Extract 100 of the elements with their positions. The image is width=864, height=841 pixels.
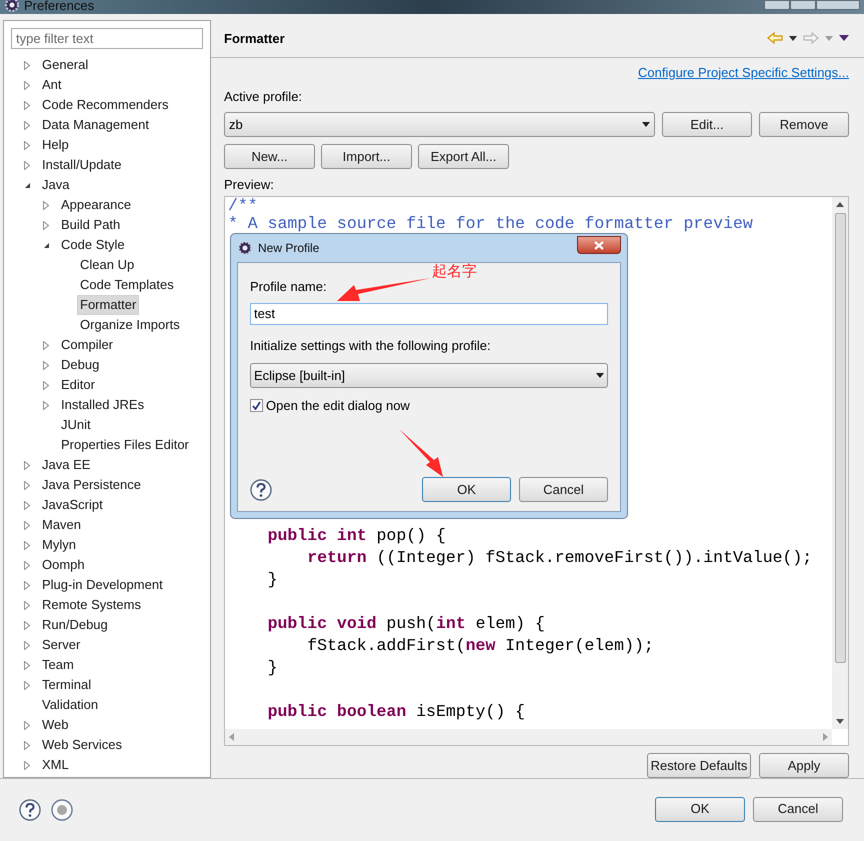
collapsed-arrow-icon[interactable]: [24, 140, 30, 150]
tree-item[interactable]: Mylyn: [39, 535, 79, 555]
tree-item[interactable]: Code Templates: [77, 275, 177, 295]
tree-item[interactable]: Properties Files Editor: [58, 435, 192, 455]
collapsed-arrow-icon[interactable]: [24, 540, 30, 550]
tree-item[interactable]: Install/Update: [39, 155, 124, 175]
tree-item[interactable]: Run/Debug: [39, 615, 111, 635]
collapsed-arrow-icon[interactable]: [24, 680, 30, 690]
tree-item[interactable]: Oomph: [39, 555, 88, 575]
collapsed-arrow-icon[interactable]: [24, 660, 30, 670]
profile-name-field[interactable]: test: [250, 302, 608, 324]
tree-item[interactable]: Java Persistence: [39, 475, 144, 495]
button[interactable]: Edit...: [662, 112, 752, 137]
tree-item[interactable]: Java EE: [39, 455, 94, 475]
button[interactable]: Import...: [321, 144, 412, 169]
expanded-arrow-icon[interactable]: [43, 242, 50, 248]
collapsed-arrow-icon[interactable]: [43, 380, 49, 390]
collapsed-arrow-icon[interactable]: [24, 80, 30, 90]
tree-item[interactable]: Validation: [39, 695, 102, 715]
collapsed-arrow-icon[interactable]: [43, 340, 49, 350]
tree-item[interactable]: Editor: [58, 375, 98, 395]
close-button[interactable]: [577, 236, 621, 254]
button[interactable]: Cancel: [753, 796, 843, 822]
collapsed-arrow-icon[interactable]: [24, 560, 30, 570]
help-icon[interactable]: [19, 799, 41, 821]
collapsed-arrow-icon[interactable]: [24, 520, 30, 530]
tree-item[interactable]: JavaScript: [39, 495, 106, 515]
forward-arrow-icon[interactable]: [803, 32, 819, 44]
button[interactable]: OK: [655, 796, 745, 822]
tree-item[interactable]: Code Style: [58, 235, 128, 255]
tree-item[interactable]: Web Services: [39, 735, 125, 755]
menu-icon[interactable]: [839, 35, 849, 42]
tree-item[interactable]: Java: [39, 175, 72, 195]
collapsed-arrow-icon[interactable]: [24, 760, 30, 770]
collapsed-arrow-icon[interactable]: [43, 200, 49, 210]
collapsed-arrow-icon[interactable]: [24, 100, 30, 110]
tree-item[interactable]: Ant: [39, 75, 65, 95]
maximize-button[interactable]: [790, 0, 816, 10]
button[interactable]: Apply: [759, 753, 849, 778]
collapsed-arrow-icon[interactable]: [43, 220, 49, 230]
collapsed-arrow-icon[interactable]: [24, 620, 30, 630]
tree-item[interactable]: Team: [39, 655, 77, 675]
window-title: Preferences: [24, 0, 94, 12]
tree-item[interactable]: Code Recommenders: [39, 95, 172, 115]
dropdown-icon[interactable]: [789, 36, 797, 41]
scroll-left-icon[interactable]: [229, 733, 234, 741]
button[interactable]: New...: [224, 144, 315, 169]
minimize-button[interactable]: [764, 0, 790, 10]
tree-item[interactable]: XML: [39, 755, 72, 775]
horizontal-scrollbar[interactable]: [225, 729, 832, 745]
tree-item[interactable]: Compiler: [58, 335, 116, 355]
collapsed-arrow-icon[interactable]: [43, 400, 49, 410]
back-arrow-icon[interactable]: [767, 32, 783, 44]
tree-item[interactable]: Build Path: [58, 215, 124, 235]
collapsed-arrow-icon[interactable]: [24, 600, 30, 610]
tree-item[interactable]: Data Management: [39, 115, 152, 135]
tree-item[interactable]: General: [39, 55, 92, 75]
tree-item[interactable]: Help: [39, 135, 72, 155]
tree-item[interactable]: Terminal: [39, 675, 94, 695]
tree-item[interactable]: Clean Up: [77, 255, 138, 275]
collapsed-arrow-icon[interactable]: [24, 580, 30, 590]
collapsed-arrow-icon[interactable]: [24, 160, 30, 170]
collapsed-arrow-icon[interactable]: [43, 360, 49, 370]
scroll-up-icon[interactable]: [836, 202, 844, 208]
tree-item[interactable]: Server: [39, 635, 84, 655]
tree-item[interactable]: Maven: [39, 515, 84, 535]
tree-item[interactable]: Debug: [58, 355, 102, 375]
checkbox[interactable]: [250, 399, 263, 412]
scroll-down-icon[interactable]: [836, 719, 844, 724]
button[interactable]: Export All...: [418, 144, 509, 169]
tree-item[interactable]: Organize Imports: [77, 315, 183, 335]
expanded-arrow-icon[interactable]: [24, 182, 31, 188]
scroll-right-icon[interactable]: [823, 733, 828, 741]
vertical-scrollbar[interactable]: [832, 197, 848, 729]
collapsed-arrow-icon[interactable]: [24, 640, 30, 650]
button[interactable]: Cancel: [519, 477, 608, 502]
button[interactable]: Restore Defaults: [647, 753, 751, 778]
filter-field[interactable]: type filter text: [11, 28, 203, 49]
tree-item[interactable]: Appearance: [58, 195, 134, 215]
collapsed-arrow-icon[interactable]: [24, 740, 30, 750]
collapsed-arrow-icon[interactable]: [24, 500, 30, 510]
tree-item[interactable]: Remote Systems: [39, 595, 144, 615]
button[interactable]: Remove: [759, 112, 849, 137]
collapsed-arrow-icon[interactable]: [24, 460, 30, 470]
collapsed-arrow-icon[interactable]: [24, 120, 30, 130]
tree-item[interactable]: Web: [39, 715, 72, 735]
profile-dropdown[interactable]: Eclipse [built-in]: [250, 363, 608, 388]
profile-dropdown[interactable]: zb: [224, 112, 655, 137]
tree-item[interactable]: Plug-in Development: [39, 575, 166, 595]
checkbox-label[interactable]: Open the edit dialog now: [266, 396, 410, 416]
tree-item[interactable]: JUnit: [58, 415, 94, 435]
button[interactable]: OK: [422, 477, 511, 502]
tree-item[interactable]: Installed JREs: [58, 395, 148, 415]
collapsed-arrow-icon[interactable]: [24, 60, 30, 70]
tree-item[interactable]: Formatter: [77, 295, 140, 315]
configure-link[interactable]: Configure Project Specific Settings...: [638, 62, 849, 82]
collapsed-arrow-icon[interactable]: [24, 480, 30, 490]
collapsed-arrow-icon[interactable]: [24, 720, 30, 730]
record-icon[interactable]: [51, 799, 73, 821]
help-icon[interactable]: [250, 478, 272, 500]
